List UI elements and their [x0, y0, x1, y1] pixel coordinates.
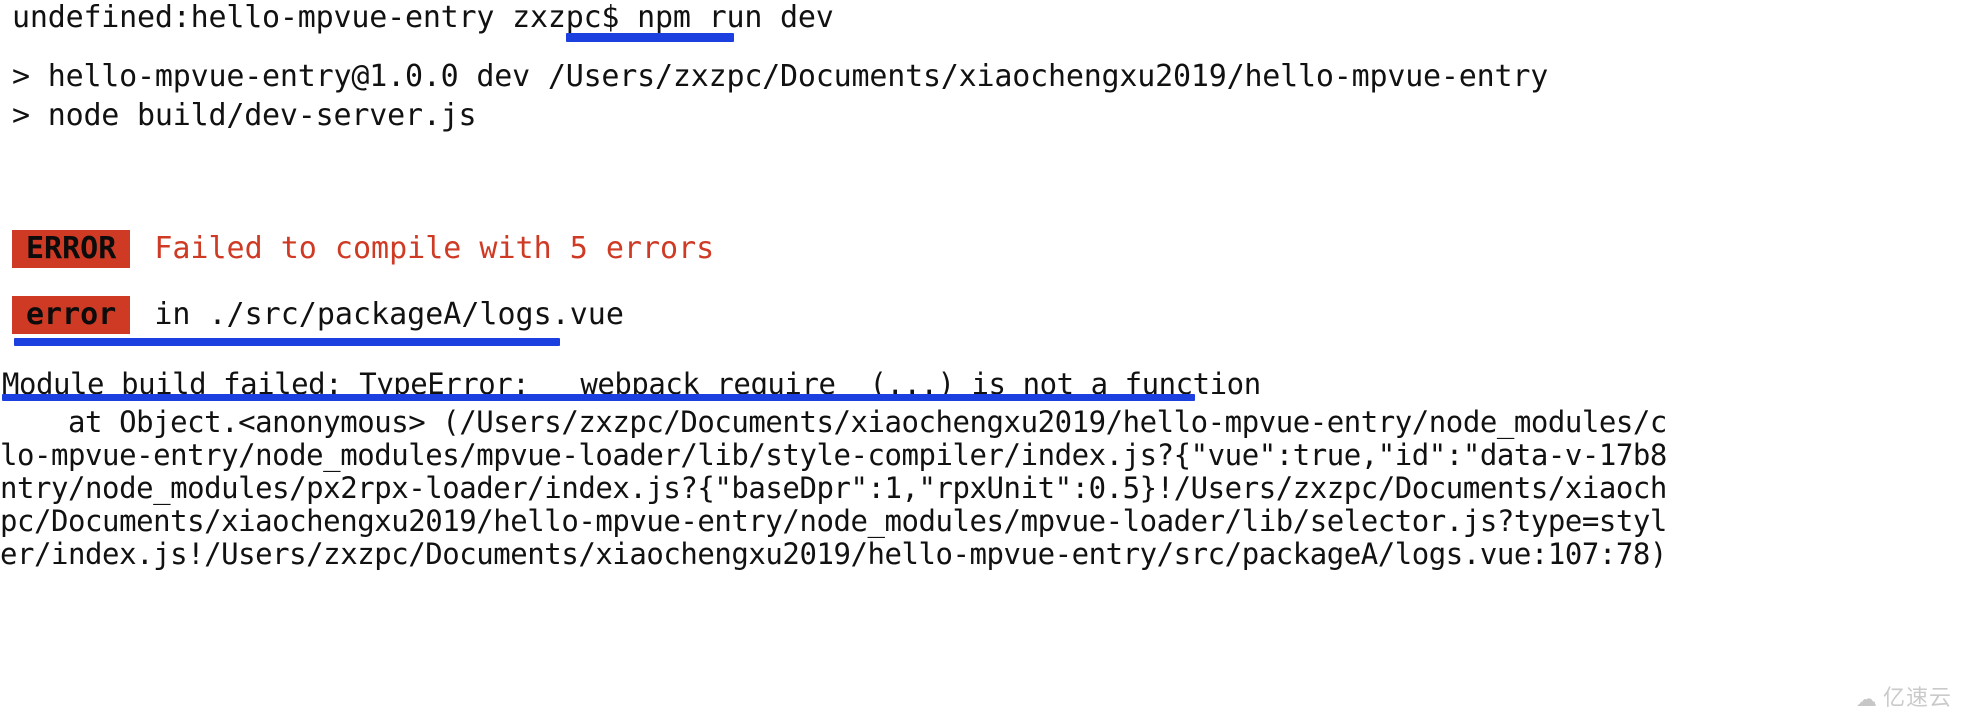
error-summary-row: ERROR Failed to compile with 5 errors: [12, 230, 714, 268]
error-summary-text: Failed to compile with 5 errors: [154, 231, 715, 266]
stack-trace-line: at Object.<anonymous> (/Users/zxzpc/Docu…: [0, 405, 1667, 439]
stack-trace-line: er/index.js!/Users/zxzpc/Documents/xiaoc…: [0, 537, 1667, 571]
npm-script-header-line: > hello-mpvue-entry@1.0.0 dev /Users/zxz…: [12, 59, 1549, 94]
stack-trace-line: ntry/node_modules/px2rpx-loader/index.js…: [0, 471, 1667, 505]
terminal-output: undefined:hello-mpvue-entry zxzpc$ npm r…: [0, 0, 1966, 718]
highlight-underline-error-file: [14, 338, 560, 346]
highlight-underline-command: [566, 33, 734, 42]
cloud-icon: ☁: [1855, 686, 1877, 711]
error-file-badge: error: [12, 296, 131, 334]
highlight-underline-module-failed: [2, 394, 1195, 401]
npm-script-node-line: > node build/dev-server.js: [12, 98, 477, 133]
watermark: ☁ 亿速云: [1856, 688, 1952, 710]
terminal-prompt-line: undefined:hello-mpvue-entry zxzpc$ npm r…: [12, 0, 834, 35]
watermark-text: 亿速云: [1882, 686, 1952, 711]
error-file-path: in ./src/packageA/logs.vue: [154, 297, 624, 332]
stack-trace-line: lo-mpvue-entry/node_modules/mpvue-loader…: [0, 438, 1667, 472]
error-file-row: error in ./src/packageA/logs.vue: [12, 296, 624, 334]
stack-trace-line: pc/Documents/xiaochengxu2019/hello-mpvue…: [0, 504, 1667, 538]
error-badge: ERROR: [12, 230, 131, 268]
